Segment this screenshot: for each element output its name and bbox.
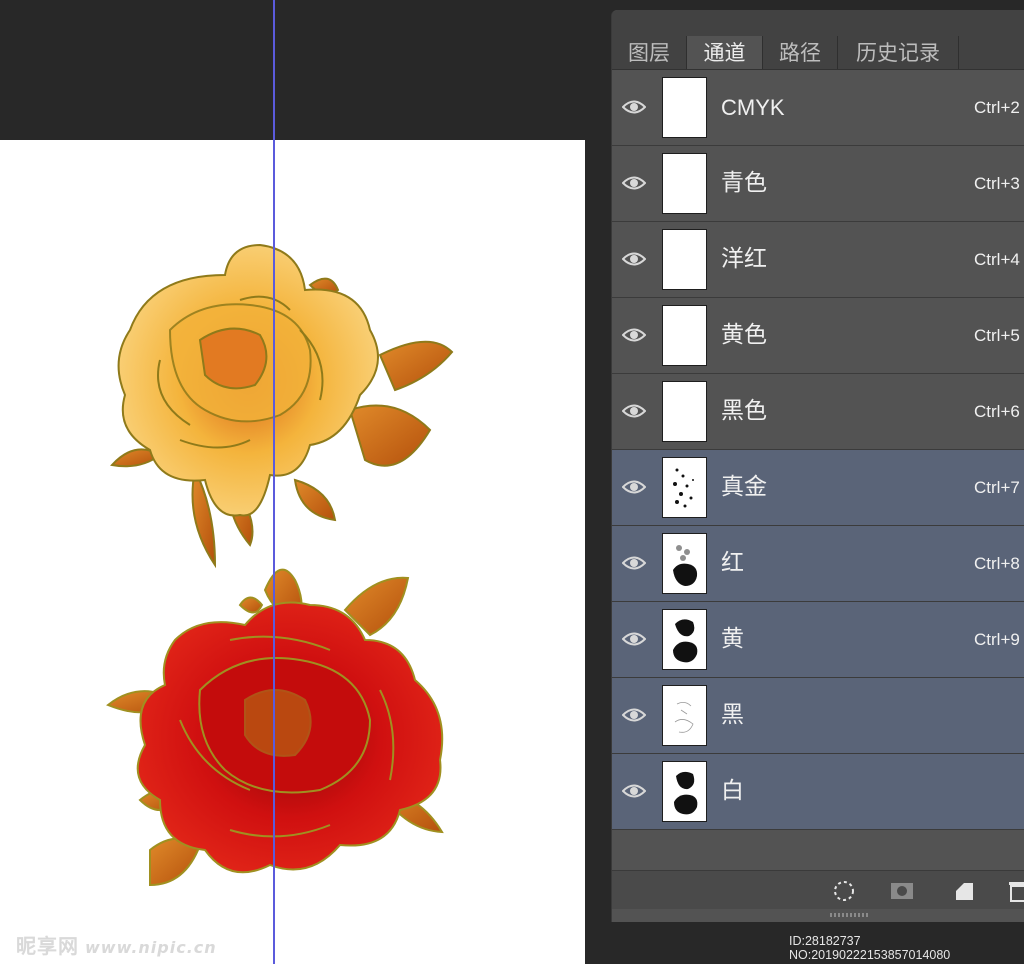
channel-thumbnail xyxy=(662,533,707,594)
channel-name: 黑色 xyxy=(721,398,767,424)
channel-name: 红 xyxy=(721,550,744,576)
channel-shortcut: Ctrl+4 xyxy=(974,250,1020,269)
panel-tab-bar: 图层 通道 路径 历史记录 xyxy=(612,10,1024,70)
channel-list-empty-area xyxy=(612,832,1024,870)
channel-shortcut: Ctrl+3 xyxy=(974,174,1020,193)
channel-shortcut: Ctrl+8 xyxy=(974,554,1020,573)
channel-row-black[interactable]: 黑色 Ctrl+6 xyxy=(612,374,1024,450)
channel-thumbnail xyxy=(662,609,707,670)
channel-shortcut: Ctrl+5 xyxy=(974,326,1020,345)
channel-name: 黑 xyxy=(721,702,744,728)
tab-paths[interactable]: 路径 xyxy=(763,36,838,70)
eye-icon[interactable] xyxy=(622,780,646,802)
channel-name: 洋红 xyxy=(721,246,767,272)
channel-thumbnail xyxy=(662,153,707,214)
panel-bottom-toolbar xyxy=(612,870,1024,909)
channel-row-yellow[interactable]: 黄色 Ctrl+5 xyxy=(612,298,1024,374)
watermark-brand: 昵享网 xyxy=(16,934,79,958)
channel-list: CMYK Ctrl+2 青色 Ctrl+3 洋红 Ctrl+4 黄色 Ctrl+… xyxy=(612,70,1024,832)
tab-channels[interactable]: 通道 xyxy=(687,36,763,70)
eye-icon[interactable] xyxy=(622,476,646,498)
watermark: 昵享网 www.nipic.cn xyxy=(16,930,217,959)
channel-thumbnail xyxy=(662,457,707,518)
channel-name: 黄色 xyxy=(721,322,767,348)
channel-row-spot-yellow[interactable]: 黄 Ctrl+9 xyxy=(612,602,1024,678)
channel-thumbnail xyxy=(662,229,707,290)
channel-row-cmyk[interactable]: CMYK Ctrl+2 xyxy=(612,70,1024,146)
new-channel-icon[interactable] xyxy=(952,879,976,903)
channel-row-cyan[interactable]: 青色 Ctrl+3 xyxy=(612,146,1024,222)
channel-shortcut: Ctrl+7 xyxy=(974,478,1020,497)
eye-icon[interactable] xyxy=(622,96,646,118)
eye-icon[interactable] xyxy=(622,172,646,194)
channel-name: CMYK xyxy=(721,95,785,120)
channel-thumbnail xyxy=(662,685,707,746)
channels-panel: 图层 通道 路径 历史记录 CMYK Ctrl+2 青色 Ctrl+3 洋红 C… xyxy=(611,10,1024,922)
watermark-url: www.nipic.cn xyxy=(85,938,217,957)
channel-row-spot-red[interactable]: 红 Ctrl+8 xyxy=(612,526,1024,602)
channel-shortcut: Ctrl+6 xyxy=(974,402,1020,421)
eye-icon[interactable] xyxy=(622,552,646,574)
channel-name: 白 xyxy=(721,778,744,804)
eye-icon[interactable] xyxy=(622,248,646,270)
eye-icon[interactable] xyxy=(622,628,646,650)
channel-row-spot-gold[interactable]: 真金 Ctrl+7 xyxy=(612,450,1024,526)
channel-thumbnail xyxy=(662,77,707,138)
vertical-guide-line[interactable] xyxy=(273,0,275,964)
eye-icon[interactable] xyxy=(622,400,646,422)
panel-resize-grip[interactable] xyxy=(830,913,870,917)
channel-row-spot-black[interactable]: 黑 xyxy=(612,678,1024,754)
eye-icon[interactable] xyxy=(622,324,646,346)
channel-thumbnail xyxy=(662,761,707,822)
red-peony xyxy=(106,568,444,887)
tab-layers[interactable]: 图层 xyxy=(612,36,687,70)
load-selection-icon[interactable] xyxy=(832,879,856,903)
peony-artwork xyxy=(106,243,454,887)
channel-row-magenta[interactable]: 洋红 Ctrl+4 xyxy=(612,222,1024,298)
channel-thumbnail xyxy=(662,305,707,366)
image-id-stamp: ID:28182737 NO:20190222153857014080 xyxy=(789,934,951,962)
gold-peony xyxy=(110,243,454,569)
channel-thumbnail xyxy=(662,381,707,442)
channel-name: 黄 xyxy=(721,626,744,652)
channel-name: 青色 xyxy=(721,170,767,196)
eye-icon[interactable] xyxy=(622,704,646,726)
delete-channel-icon[interactable] xyxy=(1007,879,1024,903)
channel-shortcut: Ctrl+2 xyxy=(974,98,1020,117)
channel-row-spot-white[interactable]: 白 xyxy=(612,754,1024,830)
channel-name: 真金 xyxy=(721,474,767,500)
channel-shortcut: Ctrl+9 xyxy=(974,630,1020,649)
tab-history[interactable]: 历史记录 xyxy=(838,36,959,70)
save-selection-icon[interactable] xyxy=(890,879,914,903)
